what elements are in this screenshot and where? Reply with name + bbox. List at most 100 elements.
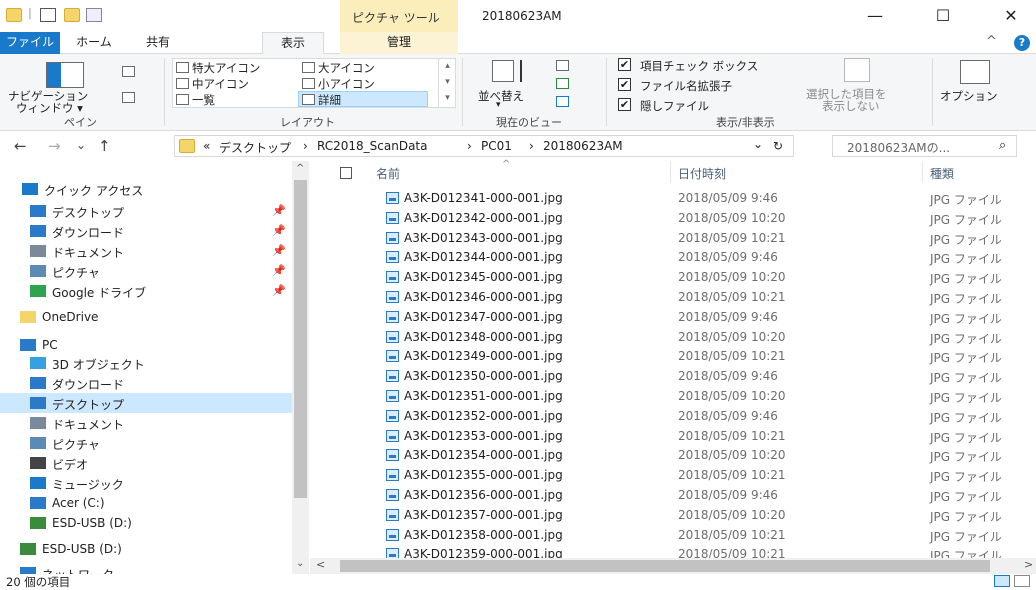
column-header-date[interactable]: 日付時刻 bbox=[678, 165, 726, 182]
collapse-ribbon-icon[interactable]: ^ bbox=[986, 34, 997, 49]
search-input[interactable]: 20180623AMの... bbox=[847, 139, 950, 156]
file-row[interactable]: A3K-D012349-000-001.jpg 2018/05/09 10:21 J… bbox=[310, 347, 1036, 366]
nav-scrollbar-thumb[interactable] bbox=[294, 180, 307, 498]
sort-dropdown-icon[interactable]: ▾ bbox=[496, 100, 501, 110]
nav-item[interactable]: ピクチャ bbox=[0, 433, 296, 453]
nav-item[interactable]: ドキュメント bbox=[0, 413, 296, 433]
nav-item[interactable]: デスクトップ 📌 bbox=[0, 201, 296, 221]
file-row[interactable]: A3K-D012355-000-001.jpg 2018/05/09 10:21 J… bbox=[310, 466, 1036, 485]
file-row[interactable]: A3K-D012354-000-001.jpg 2018/05/09 10:20 J… bbox=[310, 446, 1036, 465]
tab-file[interactable]: ファイル bbox=[0, 32, 60, 54]
hide-selected-line2[interactable]: 表示しない bbox=[822, 98, 880, 114]
options-button[interactable]: オプション bbox=[940, 88, 998, 104]
layout-medium-icons[interactable]: 中アイコン bbox=[192, 76, 249, 92]
help-icon[interactable]: ? bbox=[1014, 35, 1030, 51]
close-button[interactable]: ✕ bbox=[988, 0, 1034, 32]
nav-item[interactable]: ピクチャ 📌 bbox=[0, 261, 296, 281]
refresh-button[interactable]: ↻ bbox=[773, 139, 783, 153]
up-button[interactable]: ↑ bbox=[98, 137, 111, 155]
file-date: 2018/05/09 9:46 bbox=[678, 408, 778, 423]
address-dropdown-icon[interactable]: ⌄ bbox=[753, 137, 763, 151]
file-name: A3K-D012341-000-001.jpg bbox=[404, 191, 563, 205]
file-row[interactable]: A3K-D012346-000-001.jpg 2018/05/09 10:21 J… bbox=[310, 288, 1036, 307]
details-view-toggle-icon[interactable] bbox=[994, 575, 1010, 587]
address-overflow[interactable]: « bbox=[203, 139, 210, 153]
large-icons-view-toggle-icon[interactable] bbox=[1014, 575, 1030, 587]
address-bar[interactable]: « デスクトップ › RC2018_ScanData › PC01 › 2018… bbox=[174, 135, 794, 157]
column-header-name[interactable]: 名前 bbox=[376, 165, 400, 182]
nav-item[interactable]: ESD-USB (D:) bbox=[0, 539, 296, 559]
breadcrumb-current[interactable]: 20180623AM bbox=[543, 139, 623, 153]
recent-locations-button[interactable]: ⌄ bbox=[76, 138, 86, 152]
file-row[interactable]: A3K-D012357-000-001.jpg 2018/05/09 10:20 J… bbox=[310, 506, 1036, 525]
breadcrumb-desktop[interactable]: デスクトップ bbox=[219, 139, 291, 156]
group-by-icon[interactable] bbox=[556, 60, 569, 71]
tab-view[interactable]: 表示 bbox=[262, 32, 324, 55]
back-button[interactable]: ← bbox=[14, 137, 27, 155]
breadcrumb-pc01[interactable]: PC01 bbox=[481, 139, 512, 153]
details-pane-icon[interactable] bbox=[122, 92, 135, 103]
file-row[interactable]: A3K-D012344-000-001.jpg 2018/05/09 9:46 JP… bbox=[310, 248, 1036, 267]
layout-small-icons[interactable]: 小アイコン bbox=[318, 76, 375, 92]
sort-by-button[interactable]: 並べ替え bbox=[478, 88, 524, 104]
file-row[interactable]: A3K-D012352-000-001.jpg 2018/05/09 9:46 JP… bbox=[310, 407, 1036, 426]
size-all-columns-icon[interactable] bbox=[556, 96, 569, 107]
nav-item[interactable]: ビデオ bbox=[0, 453, 296, 473]
file-row[interactable]: A3K-D012347-000-001.jpg 2018/05/09 9:46 JP… bbox=[310, 308, 1036, 327]
tab-share[interactable]: 共有 bbox=[128, 32, 188, 54]
scroll-left-button[interactable]: < bbox=[316, 558, 325, 571]
file-row[interactable]: A3K-D012343-000-001.jpg 2018/05/09 10:21 J… bbox=[310, 229, 1036, 248]
new-folder-icon[interactable] bbox=[64, 8, 80, 22]
search-box[interactable]: 20180623AMの... ⌕ bbox=[832, 135, 1017, 157]
hidden-files-checkbox[interactable]: ✔ bbox=[618, 98, 631, 111]
file-row[interactable]: A3K-D012350-000-001.jpg 2018/05/09 9:46 JP… bbox=[310, 367, 1036, 386]
nav-item[interactable]: ダウンロード bbox=[0, 373, 296, 393]
scroll-right-button[interactable]: > bbox=[1024, 558, 1033, 571]
layout-extra-large-icons[interactable]: 特大アイコン bbox=[192, 60, 260, 76]
file-row[interactable]: A3K-D012351-000-001.jpg 2018/05/09 10:20 J… bbox=[310, 387, 1036, 406]
layout-details[interactable]: 詳細 bbox=[318, 92, 341, 108]
preview-pane-icon[interactable] bbox=[122, 66, 135, 77]
column-separator[interactable] bbox=[922, 161, 923, 183]
nav-item[interactable]: クイック アクセス bbox=[0, 179, 296, 199]
file-row[interactable]: A3K-D012348-000-001.jpg 2018/05/09 10:20 J… bbox=[310, 328, 1036, 347]
horizontal-scrollbar-thumb[interactable] bbox=[340, 560, 990, 572]
ribbon-separator bbox=[164, 58, 165, 126]
file-row[interactable]: A3K-D012353-000-001.jpg 2018/05/09 10:21 J… bbox=[310, 427, 1036, 446]
layout-gallery-scroll[interactable]: ▴ ▾ ▾ bbox=[438, 58, 456, 108]
extensions-checkbox[interactable]: ✔ bbox=[618, 78, 631, 91]
file-row[interactable]: A3K-D012341-000-001.jpg 2018/05/09 9:46 JP… bbox=[310, 189, 1036, 208]
nav-scroll-up[interactable]: ^ bbox=[296, 163, 304, 174]
properties-icon[interactable] bbox=[40, 8, 56, 22]
nav-item[interactable]: ダウンロード 📌 bbox=[0, 221, 296, 241]
nav-item[interactable]: デスクトップ bbox=[0, 393, 296, 413]
qat-customize-icon[interactable] bbox=[86, 8, 102, 22]
column-header-type[interactable]: 種類 bbox=[930, 165, 954, 182]
tab-manage[interactable]: 管理 bbox=[340, 32, 458, 54]
item-checkbox-toggle[interactable]: ✔ bbox=[618, 58, 631, 71]
breadcrumb-rc2018[interactable]: RC2018_ScanData bbox=[317, 139, 427, 153]
nav-item[interactable]: ESD-USB (D:) bbox=[0, 513, 296, 533]
maximize-button[interactable]: ☐ bbox=[920, 0, 966, 32]
add-columns-icon[interactable] bbox=[556, 78, 569, 89]
nav-item[interactable]: Google ドライブ 📌 bbox=[0, 281, 296, 301]
file-row[interactable]: A3K-D012358-000-001.jpg 2018/05/09 10:21 J… bbox=[310, 526, 1036, 545]
select-all-checkbox[interactable] bbox=[340, 167, 352, 179]
layout-list[interactable]: 一覧 bbox=[192, 92, 215, 108]
nav-item[interactable]: ドキュメント 📌 bbox=[0, 241, 296, 261]
nav-item[interactable]: OneDrive bbox=[0, 307, 296, 327]
nav-item[interactable]: 3D オブジェクト bbox=[0, 353, 296, 373]
nav-item[interactable]: PC bbox=[0, 335, 296, 355]
tab-home[interactable]: ホーム bbox=[62, 32, 126, 54]
search-icon[interactable]: ⌕ bbox=[999, 138, 1006, 153]
file-row[interactable]: A3K-D012345-000-001.jpg 2018/05/09 10:20 J… bbox=[310, 268, 1036, 287]
column-separator[interactable] bbox=[670, 161, 671, 183]
forward-button[interactable]: → bbox=[48, 137, 61, 155]
nav-scroll-down[interactable]: ⌄ bbox=[296, 558, 304, 569]
nav-item[interactable]: Acer (C:) bbox=[0, 493, 296, 513]
nav-item[interactable]: ミュージック bbox=[0, 473, 296, 493]
layout-large-icons[interactable]: 大アイコン bbox=[318, 60, 375, 76]
file-row[interactable]: A3K-D012342-000-001.jpg 2018/05/09 10:20 J… bbox=[310, 209, 1036, 228]
file-row[interactable]: A3K-D012356-000-001.jpg 2018/05/09 9:46 JP… bbox=[310, 486, 1036, 505]
minimize-button[interactable]: — bbox=[852, 0, 898, 32]
